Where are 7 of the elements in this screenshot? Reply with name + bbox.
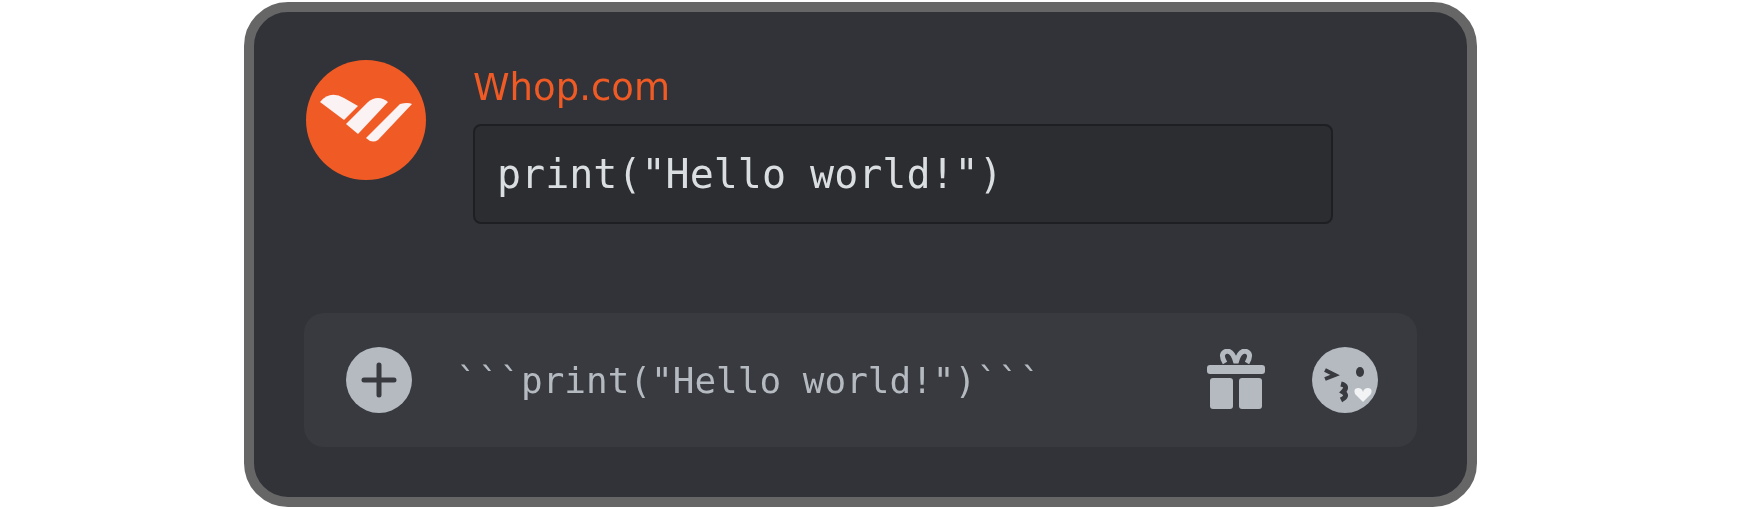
message-input[interactable]: ```print("Hello world!")``` [456,359,1161,401]
logo-icon [306,60,426,180]
code-block: print("Hello world!") [473,124,1333,224]
gift-icon[interactable] [1205,349,1267,411]
author-name: Whop.com [473,65,671,111]
add-icon[interactable] [346,347,412,413]
emoji-icon[interactable] [1311,346,1379,414]
